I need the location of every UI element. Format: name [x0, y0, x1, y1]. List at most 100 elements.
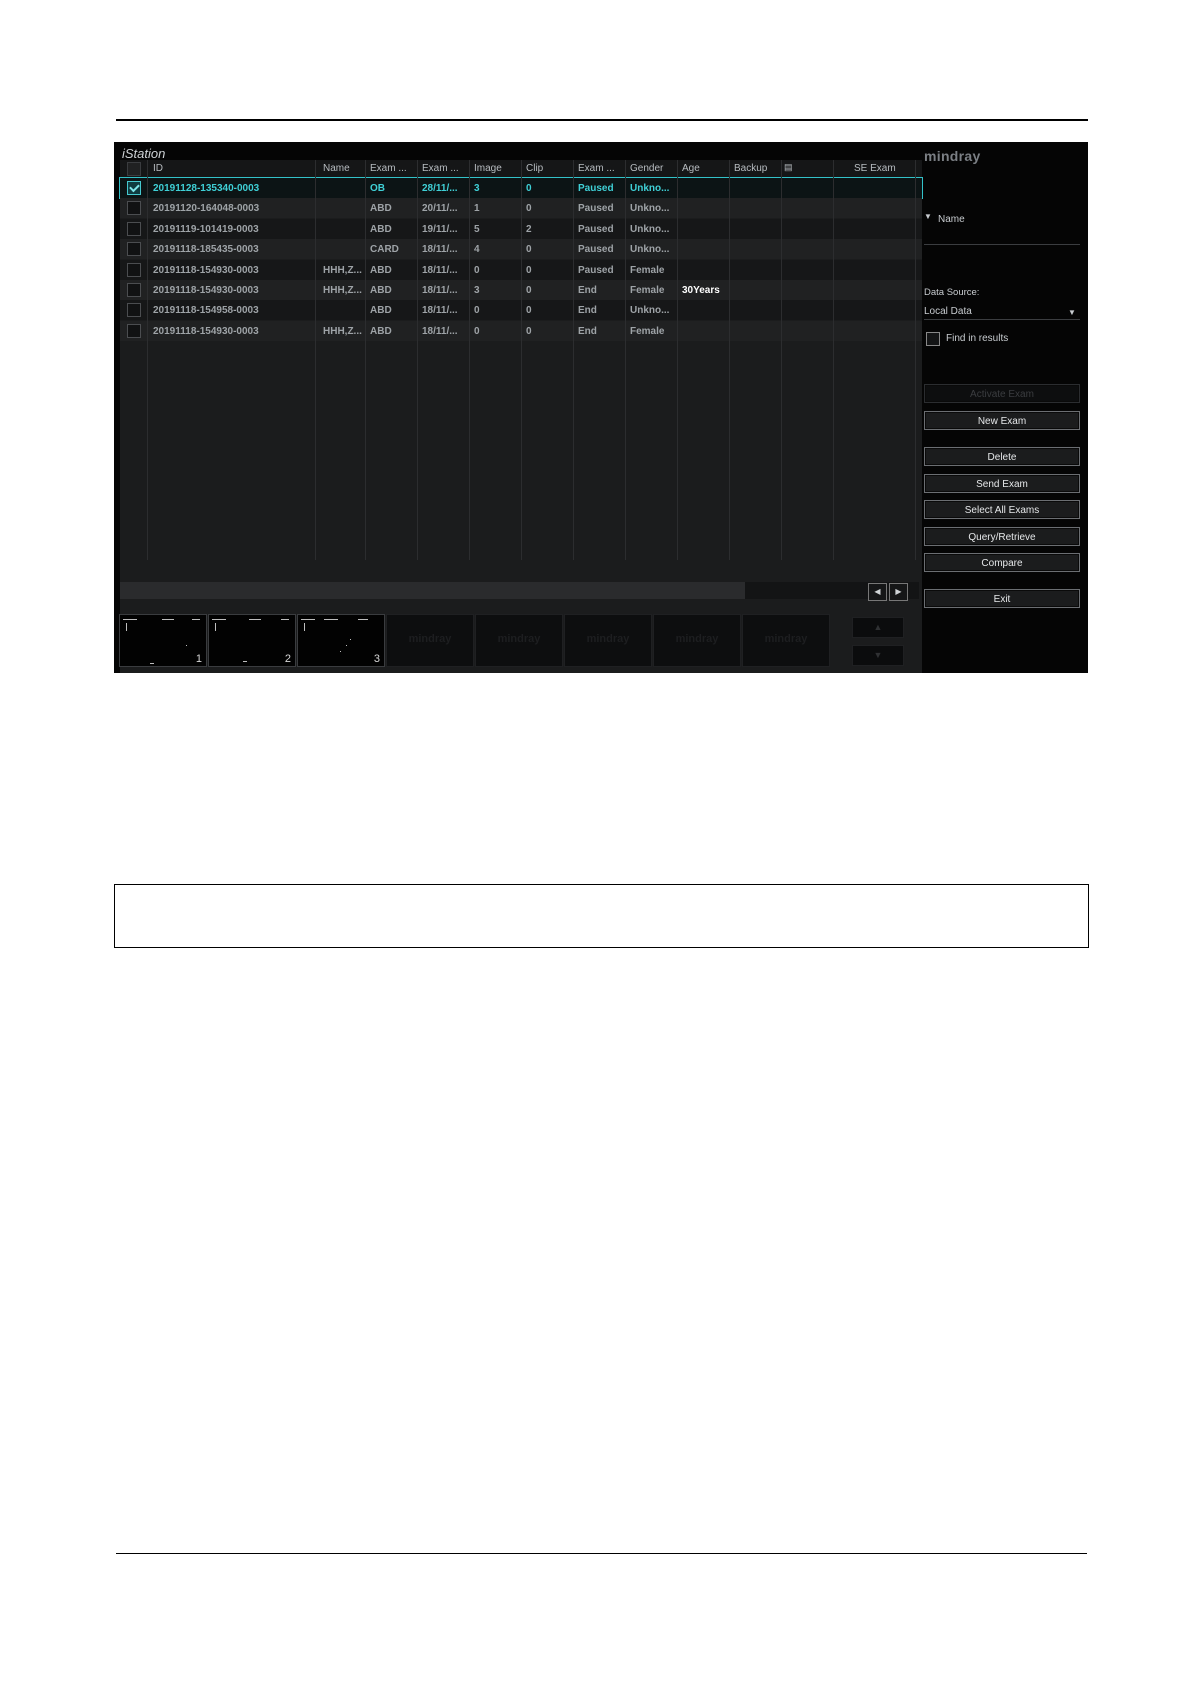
- cell-exam-type: CARD: [370, 244, 399, 256]
- cell-status: End: [578, 285, 597, 296]
- row-checkbox[interactable]: [127, 181, 141, 195]
- page-prev-button[interactable]: ◀: [868, 583, 887, 601]
- header-name[interactable]: Name: [323, 163, 350, 174]
- compare-button[interactable]: Compare: [924, 553, 1080, 572]
- watermark: mindray: [675, 633, 719, 645]
- cell-exam-type: ABD: [370, 305, 392, 317]
- cell-status: End: [578, 325, 597, 337]
- row-checkbox[interactable]: [127, 201, 141, 216]
- cell-status: Paused: [578, 223, 614, 235]
- header-exam-date[interactable]: Exam ...: [422, 163, 459, 174]
- thumbnail-number: 2: [284, 653, 291, 665]
- top-rule: [116, 119, 1088, 121]
- cell-gender: Unkno...: [630, 305, 670, 317]
- printer-icon: ▤: [784, 162, 793, 172]
- query-retrieve-button[interactable]: Query/Retrieve: [924, 527, 1080, 546]
- thumbnail-scroll-down-button[interactable]: ▼: [852, 645, 904, 666]
- data-source-select[interactable]: Local Data: [924, 306, 972, 317]
- cell-exam-date: 18/11/...: [422, 264, 458, 276]
- chevron-down-icon[interactable]: ▼: [1068, 308, 1076, 317]
- page-next-button[interactable]: ▶: [889, 583, 908, 601]
- row-checkbox[interactable]: [127, 242, 141, 257]
- cell-image: 3: [474, 183, 480, 194]
- cell-id: 20191118-154930-0003: [153, 285, 259, 296]
- cell-id: 20191120-164048-0003: [153, 203, 260, 215]
- cell-id: 20191128-135340-0003: [153, 183, 260, 194]
- cell-exam-date: 20/11/...: [422, 203, 458, 215]
- row-checkbox[interactable]: [127, 262, 141, 277]
- thumbnail-number: 3: [373, 653, 380, 665]
- cell-image: 0: [474, 305, 480, 317]
- caption-box: [114, 884, 1089, 948]
- cell-gender: Unkno...: [630, 244, 670, 256]
- row-checkbox[interactable]: [127, 323, 141, 338]
- cell-clip: 0: [526, 183, 532, 194]
- search-input-underline[interactable]: [924, 244, 1080, 245]
- header-exam-type[interactable]: Exam ...: [370, 163, 407, 174]
- cell-image: 0: [474, 264, 480, 276]
- find-in-results-checkbox[interactable]: [926, 332, 940, 346]
- cell-clip: 2: [526, 223, 532, 235]
- row-checkbox[interactable]: [127, 283, 141, 297]
- cell-name: HHH,Z...: [323, 264, 362, 276]
- row-checkbox[interactable]: [127, 221, 141, 236]
- select-all-checkbox[interactable]: [127, 162, 141, 176]
- cell-status: End: [578, 305, 597, 317]
- app-title: iStation: [122, 146, 166, 161]
- send-exam-button[interactable]: Send Exam: [924, 474, 1080, 493]
- search-name-label[interactable]: Name: [938, 214, 965, 225]
- cell-exam-type: ABD: [370, 264, 392, 276]
- thumbnail-3[interactable]: 3: [297, 614, 385, 667]
- thumbnail-1[interactable]: 1: [119, 614, 207, 667]
- cell-status: Paused: [578, 244, 614, 256]
- sort-arrow-icon[interactable]: ▼: [924, 212, 932, 221]
- header-image[interactable]: Image: [474, 163, 502, 174]
- thumbnail-empty: mindray: [386, 614, 474, 667]
- select-all-exams-button[interactable]: Select All Exams: [924, 500, 1080, 519]
- cell-exam-type: ABD: [370, 203, 392, 215]
- cell-clip: 0: [526, 285, 532, 296]
- thumbnail-empty: mindray: [475, 614, 563, 667]
- thumbnail-2[interactable]: 2: [208, 614, 296, 667]
- new-exam-button[interactable]: New Exam: [924, 411, 1080, 430]
- horizontal-scrollbar[interactable]: [120, 582, 745, 599]
- header-se-exam[interactable]: SE Exam: [854, 163, 896, 174]
- header-clip[interactable]: Clip: [526, 163, 543, 174]
- cell-exam-date: 28/11/...: [422, 183, 458, 194]
- header-backup[interactable]: Backup: [734, 163, 767, 174]
- cell-clip: 0: [526, 264, 532, 276]
- watermark: mindray: [764, 633, 808, 645]
- cell-clip: 0: [526, 305, 532, 317]
- cell-age: 30Years: [682, 285, 720, 296]
- cell-image: 1: [474, 203, 480, 215]
- activate-exam-button[interactable]: Activate Exam: [924, 384, 1080, 403]
- header-exam-status[interactable]: Exam ...: [578, 163, 615, 174]
- cell-exam-date: 18/11/...: [422, 325, 458, 337]
- cell-exam-type: ABD: [370, 223, 392, 235]
- watermark: mindray: [408, 633, 452, 645]
- cell-id: 20191118-185435-0003: [153, 244, 259, 256]
- cell-exam-type: OB: [370, 183, 385, 194]
- row-checkbox[interactable]: [127, 303, 141, 318]
- find-in-results-label[interactable]: Find in results: [946, 333, 1008, 344]
- cell-gender: Unkno...: [630, 183, 670, 194]
- cell-clip: 0: [526, 244, 532, 256]
- cell-exam-date: 19/11/...: [422, 223, 458, 235]
- cell-name: HHH,Z...: [323, 285, 362, 296]
- exit-button[interactable]: Exit: [924, 589, 1080, 608]
- thumbnail-empty: mindray: [653, 614, 741, 667]
- header-age[interactable]: Age: [682, 163, 700, 174]
- thumbnail-scroll-up-button[interactable]: ▲: [852, 617, 904, 638]
- cell-gender: Unkno...: [630, 203, 670, 215]
- cell-id: 20191118-154930-0003: [153, 325, 259, 337]
- cell-name: HHH,Z...: [323, 325, 362, 337]
- cell-gender: Female: [630, 264, 665, 276]
- cell-gender: Female: [630, 325, 665, 337]
- cell-clip: 0: [526, 203, 532, 215]
- data-source-label: Data Source:: [924, 287, 980, 298]
- delete-button[interactable]: Delete: [924, 447, 1080, 466]
- header-gender[interactable]: Gender: [630, 163, 663, 174]
- thumbnail-empty: mindray: [742, 614, 830, 667]
- cell-id: 20191118-154958-0003: [153, 305, 259, 317]
- header-id[interactable]: ID: [153, 163, 163, 174]
